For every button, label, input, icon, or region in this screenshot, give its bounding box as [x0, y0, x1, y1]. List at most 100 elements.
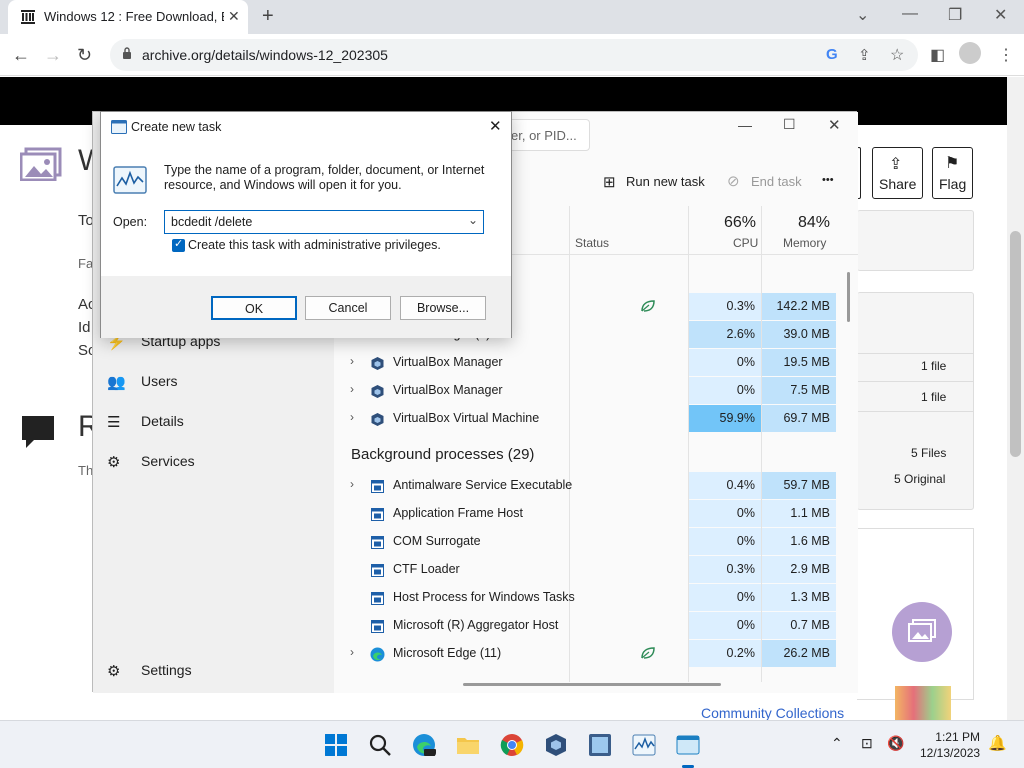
address-bar[interactable]: archive.org/details/windows-12_202305 G … — [110, 39, 918, 71]
browser-tab[interactable]: Windows 12 : Free Download, Bo ✕ — [8, 0, 248, 34]
window-minimize-icon[interactable]: — — [902, 5, 918, 23]
back-icon[interactable]: ← — [12, 45, 30, 66]
table-row[interactable]: › Microsoft Edge (11) 0.2% 26.2 MB — [334, 640, 858, 668]
info-card — [857, 210, 974, 271]
browser-toolbar: ← → ↻ archive.org/details/windows-12_202… — [0, 34, 1024, 76]
side-panel-icon[interactable]: ◧ — [930, 45, 945, 65]
memory-column-header[interactable]: Memory — [783, 236, 826, 250]
reload-icon[interactable]: ↻ — [77, 45, 92, 66]
dialog-close-icon[interactable]: ✕ — [489, 117, 502, 135]
clock-date[interactable]: 12/13/2023 — [920, 746, 980, 760]
expand-chevron-icon[interactable]: › — [350, 645, 354, 659]
cpu-cell: 0% — [689, 528, 761, 555]
notifications-bell-icon[interactable]: 🔔 — [988, 734, 1007, 752]
expand-chevron-icon[interactable]: › — [350, 477, 354, 491]
table-row[interactable]: › VirtualBox Manager 0% 7.5 MB — [334, 377, 858, 405]
cpu-cell: 0% — [689, 377, 761, 404]
cpu-percent[interactable]: 66% — [724, 214, 756, 232]
admin-privileges-label[interactable]: Create this task with administrative pri… — [188, 238, 441, 252]
cpu-column-header[interactable]: CPU — [733, 236, 758, 250]
dropdown-chevron-icon[interactable]: ⌄ — [468, 213, 478, 227]
cancel-button[interactable]: Cancel — [305, 296, 391, 320]
expand-chevron-icon[interactable]: › — [350, 382, 354, 396]
run-task-icon[interactable]: ⊞ — [603, 173, 616, 191]
close-tab-icon[interactable]: ✕ — [228, 8, 240, 25]
table-row[interactable]: › Antimalware Service Executable 0.4% 59… — [334, 472, 858, 500]
table-row[interactable]: › VirtualBox Manager 0% 19.5 MB — [334, 349, 858, 377]
ok-button[interactable]: OK — [211, 296, 297, 320]
expand-chevron-icon[interactable]: › — [350, 354, 354, 368]
process-window-icon — [371, 564, 384, 577]
checkmark-icon: ✓ — [174, 238, 184, 250]
file-explorer-icon[interactable] — [456, 733, 480, 757]
tm-close-icon[interactable]: ✕ — [828, 116, 841, 134]
tm-minimize-icon[interactable]: — — [738, 117, 752, 133]
table-row[interactable]: COM Surrogate 0% 1.6 MB — [334, 528, 858, 556]
status-column-header[interactable]: Status — [575, 236, 609, 250]
process-name: VirtualBox Virtual Machine — [393, 411, 540, 425]
bookmark-star-icon[interactable]: ☆ — [890, 45, 904, 65]
google-icon[interactable]: G — [826, 46, 838, 63]
network-icon[interactable]: ⊡ — [861, 735, 873, 752]
table-row[interactable]: Host Process for Windows Tasks 0% 1.3 MB — [334, 584, 858, 612]
open-command-input[interactable]: bcdedit /delete ⌄ — [164, 210, 484, 234]
open-command-value: bcdedit /delete — [171, 215, 253, 229]
memory-percent[interactable]: 84% — [798, 214, 830, 232]
collection-thumbnail[interactable] — [895, 686, 951, 720]
browse-button[interactable]: Browse... — [400, 296, 486, 320]
virtualbox-icon — [371, 357, 384, 370]
cpu-cell: 0% — [689, 584, 761, 611]
vista-vm-icon[interactable] — [588, 733, 612, 757]
profile-avatar-icon[interactable] — [959, 42, 981, 64]
tm-hscrollbar-thumb[interactable] — [463, 683, 721, 686]
browser-menu-icon[interactable]: ⋮ — [998, 45, 1014, 65]
file-count[interactable]: 1 file — [921, 390, 946, 404]
task-manager-taskbar-icon[interactable] — [676, 733, 700, 757]
window-restore-icon[interactable]: ❐ — [948, 5, 962, 25]
edge-beta-icon[interactable] — [412, 733, 436, 757]
original-count[interactable]: 5 Original — [894, 472, 945, 486]
window-close-icon[interactable]: ✕ — [994, 5, 1007, 25]
expand-chevron-icon[interactable]: › — [350, 410, 354, 424]
cpu-cell: 0% — [689, 500, 761, 527]
search-icon[interactable] — [368, 733, 392, 757]
start-windows-icon[interactable] — [324, 733, 348, 757]
cpu-cell: 0.3% — [689, 293, 761, 320]
chrome-icon[interactable] — [500, 733, 524, 757]
collection-avatar[interactable] — [892, 602, 952, 662]
page-scrollbar[interactable] — [1007, 77, 1024, 720]
tm-maximize-icon[interactable]: ☐ — [783, 116, 796, 133]
tab-search-icon[interactable]: ⌄ — [856, 5, 869, 25]
new-tab-button[interactable]: + — [262, 5, 274, 28]
files-total[interactable]: 5 Files — [911, 446, 946, 460]
share-button[interactable]: ⇪ Share — [872, 147, 923, 199]
table-row[interactable]: Application Frame Host 0% 1.1 MB — [334, 500, 858, 528]
virtualbox-icon[interactable] — [544, 733, 568, 757]
process-window-icon — [371, 592, 384, 605]
flag-button[interactable]: ⚑ Flag — [932, 147, 973, 199]
end-task-button[interactable]: End task — [751, 174, 802, 189]
file-count[interactable]: 1 file — [921, 359, 946, 373]
more-options-icon[interactable]: ••• — [822, 174, 834, 186]
table-row[interactable]: Microsoft (R) Aggregator Host 0% 0.7 MB — [334, 612, 858, 640]
clock-time[interactable]: 1:21 PM — [920, 730, 980, 744]
table-row[interactable]: › VirtualBox Virtual Machine 59.9% 69.7 … — [334, 405, 858, 433]
cpu-cell: 0.3% — [689, 556, 761, 583]
volume-muted-icon[interactable]: 🔇 — [887, 735, 904, 752]
scrollbar-thumb[interactable] — [1010, 231, 1021, 457]
table-row[interactable]: CTF Loader 0.3% 2.9 MB — [334, 556, 858, 584]
community-collections-link[interactable]: Community Collections — [701, 705, 844, 721]
details-icon: ☰ — [107, 414, 121, 431]
admin-privileges-checkbox[interactable]: ✓ — [172, 238, 185, 252]
performance-monitor-icon[interactable] — [632, 733, 656, 757]
run-new-task-button[interactable]: Run new task — [626, 174, 705, 189]
tray-chevron-up-icon[interactable]: ⌃ — [831, 735, 843, 752]
share-page-icon[interactable]: ⇪ — [858, 46, 871, 64]
flag-icon: ⚑ — [945, 155, 960, 172]
nav-label: Details — [141, 413, 184, 429]
flag-label: Flag — [939, 176, 967, 192]
background-processes-header[interactable]: Background processes (29) — [351, 446, 534, 463]
forward-icon[interactable]: → — [44, 45, 62, 66]
run-dialog-icon — [111, 120, 127, 134]
dialog-description: Type the name of a program, folder, docu… — [164, 163, 485, 192]
